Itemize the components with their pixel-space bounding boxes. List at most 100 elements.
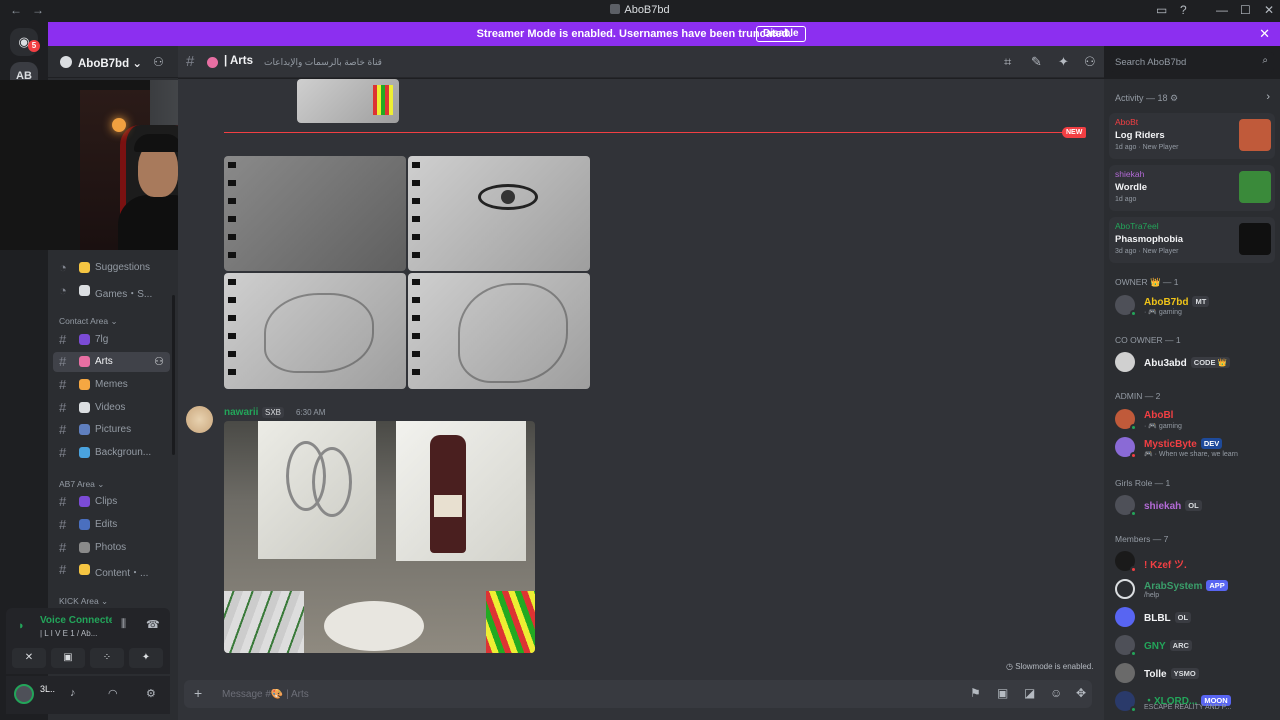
member-item[interactable]: BLBL OL [1113,605,1273,629]
channel-clips[interactable]: # Clips [53,492,170,512]
activity-card[interactable]: AboBt Log Riders 1d ago · New Player [1109,113,1275,159]
channel-content[interactable]: # Content・... [53,560,170,580]
voice-connected-panel: ◗ Voice Connected | L I V E 1 / Ab... ⫼ … [6,608,170,674]
attachment-photo[interactable] [224,421,535,653]
member-item[interactable]: ArabSystem APP /help [1113,577,1273,601]
server-header[interactable]: AboB7bd ⌄ ⚇ [48,46,178,78]
member-item[interactable]: ! Kzef ツ. [1113,549,1273,573]
search-input[interactable] [1110,52,1250,72]
voice-channel-name[interactable]: | L I V E 1 / Ab... [40,629,97,638]
member-tag: MT [1192,296,1210,307]
member-item[interactable]: AboBl · 🎮 gaming [1113,407,1273,431]
disconnect-icon[interactable]: ☎ [146,618,160,631]
gif-icon[interactable]: ▣ [997,686,1008,700]
category-contact-area[interactable]: Contact Area ⌄ [59,316,118,327]
minimize-button[interactable]: — [1216,3,1228,17]
member-item[interactable]: AboB7bd MT · 🎮 gaming [1113,293,1273,317]
add-user-icon[interactable]: ⚇ [153,55,164,69]
activity-header: Activity — 18 ⚙ [1115,93,1179,103]
maximize-button[interactable]: ☐ [1240,3,1251,17]
channel-memes[interactable]: # Memes [53,375,170,395]
activities-button[interactable]: ⁘ [90,648,124,668]
member-item[interactable]: Tolle YSMO [1113,661,1273,685]
message-timestamp: 6:30 AM [296,408,326,417]
channel-name: | Arts [224,55,253,67]
eye-sketch [478,184,538,210]
text-channel-icon: # [59,400,67,415]
inbox-icon[interactable]: ▭ [1156,3,1167,17]
attachment-image-1[interactable] [224,156,406,271]
member-list: Activity — 18 ⚙ › AboBt Log Riders 1d ag… [1104,79,1280,720]
sticker-icon[interactable]: ◪ [1024,686,1035,700]
search-bar[interactable]: ⌕ [1110,52,1274,72]
help-icon[interactable]: ? [1180,3,1187,17]
chevron-right-icon[interactable]: › [1266,91,1270,103]
headphones-icon[interactable]: ◠ [108,687,118,700]
avatar [1115,551,1137,573]
member-item[interactable]: shiekah OL [1113,493,1273,517]
channel-pictures[interactable]: # Pictures [53,420,170,440]
avatar[interactable] [186,406,213,433]
close-window-button[interactable]: ✕ [1264,3,1274,17]
disable-streamer-mode-button[interactable]: Disable [756,26,806,42]
settings-gear-icon[interactable]: ⚙ [146,687,156,700]
channel-games[interactable]: ◔ Games・S... [53,281,170,301]
create-invite-icon[interactable]: ⚇ [154,355,164,368]
channel-backgrounds[interactable]: # Backgroun... [53,443,170,463]
member-list-icon[interactable]: ⚇ [1084,54,1096,70]
username[interactable]: 3L.. [40,684,55,694]
attachment-image-top[interactable] [297,79,399,123]
channel-emoji-icon [79,519,90,530]
channel-emoji-icon [79,379,90,390]
paint-tubes [224,591,304,653]
member-item[interactable]: MysticByte DEV 🎮 · When we share, we lear… [1113,435,1273,459]
pin-icon[interactable]: ✦ [1058,54,1069,70]
new-messages-label: NEW [1062,127,1087,138]
member-tag: CODE 👑 [1190,357,1230,368]
category-kick-area[interactable]: KICK Area ⌄ [59,596,108,607]
screen-share-button[interactable]: ▣ [51,648,85,668]
attachment-image-4[interactable] [408,273,590,389]
notebook-spiral [228,279,236,383]
message-input[interactable] [222,680,922,708]
activity-card[interactable]: AboTra7eel Phasmophobia 3d ago · New Pla… [1109,217,1275,263]
microphone-icon[interactable]: ♪ [70,687,76,699]
portrait-sketch [458,283,568,383]
channel-emoji-icon [79,542,90,553]
channel-videos[interactable]: # Videos [53,398,170,418]
activity-card[interactable]: shiekah Wordle 1d ago [1109,165,1275,211]
attachment-image-2[interactable] [408,156,590,271]
voice-status[interactable]: Voice Connected [40,615,112,626]
streamer-mode-banner: Streamer Mode is enabled. Usernames have… [48,22,1280,46]
message-author[interactable]: nawarii [224,407,258,418]
noise-suppression-icon[interactable]: ⫼ [121,618,126,631]
channel-emoji-icon [79,424,90,435]
channel-edits[interactable]: # Edits [53,515,170,535]
online-status-icon [1130,650,1137,657]
member-item[interactable]: GNY ARC [1113,633,1273,657]
category-ab7-area[interactable]: AB7 Area ⌄ [59,479,104,490]
slowmode-notice: ◷ Slowmode is enabled. [1006,662,1094,671]
swan-canvas [258,421,376,559]
close-banner-icon[interactable]: ✕ [1259,26,1270,42]
sidebar-scrollbar[interactable] [172,295,175,455]
channel-arts[interactable]: # Arts ⚇ [53,352,170,372]
avatar [1115,607,1135,627]
attachment-image-3[interactable] [224,273,406,389]
role-header-members: Members — 7 [1115,534,1169,544]
notifications-muted-icon[interactable]: ✎ [1031,54,1042,70]
attach-plus-icon[interactable]: + [194,685,202,701]
emoji-icon[interactable]: ☺ [1050,686,1062,700]
member-item[interactable]: Abu3abd CODE 👑 [1113,350,1273,374]
channel-7lg[interactable]: # 7lg [53,330,170,350]
channel-suggestions[interactable]: ◔ Suggestions [53,258,170,278]
channel-topic[interactable]: قناة خاصة بالرسمات والإبداعات [264,57,382,68]
gift-icon[interactable]: ⚑ [970,686,981,700]
threads-icon[interactable]: ⌗ [1004,54,1011,70]
apps-icon[interactable]: ✥ [1076,686,1086,700]
camera-off-button[interactable]: ✕ [12,648,46,668]
avatar[interactable] [14,684,34,704]
soundboard-button[interactable]: ✦ [129,648,163,668]
member-item[interactable]: ・XLORD... MOON ESCAPE REALITY AND P... [1113,689,1273,713]
channel-photos[interactable]: # Photos [53,538,170,558]
